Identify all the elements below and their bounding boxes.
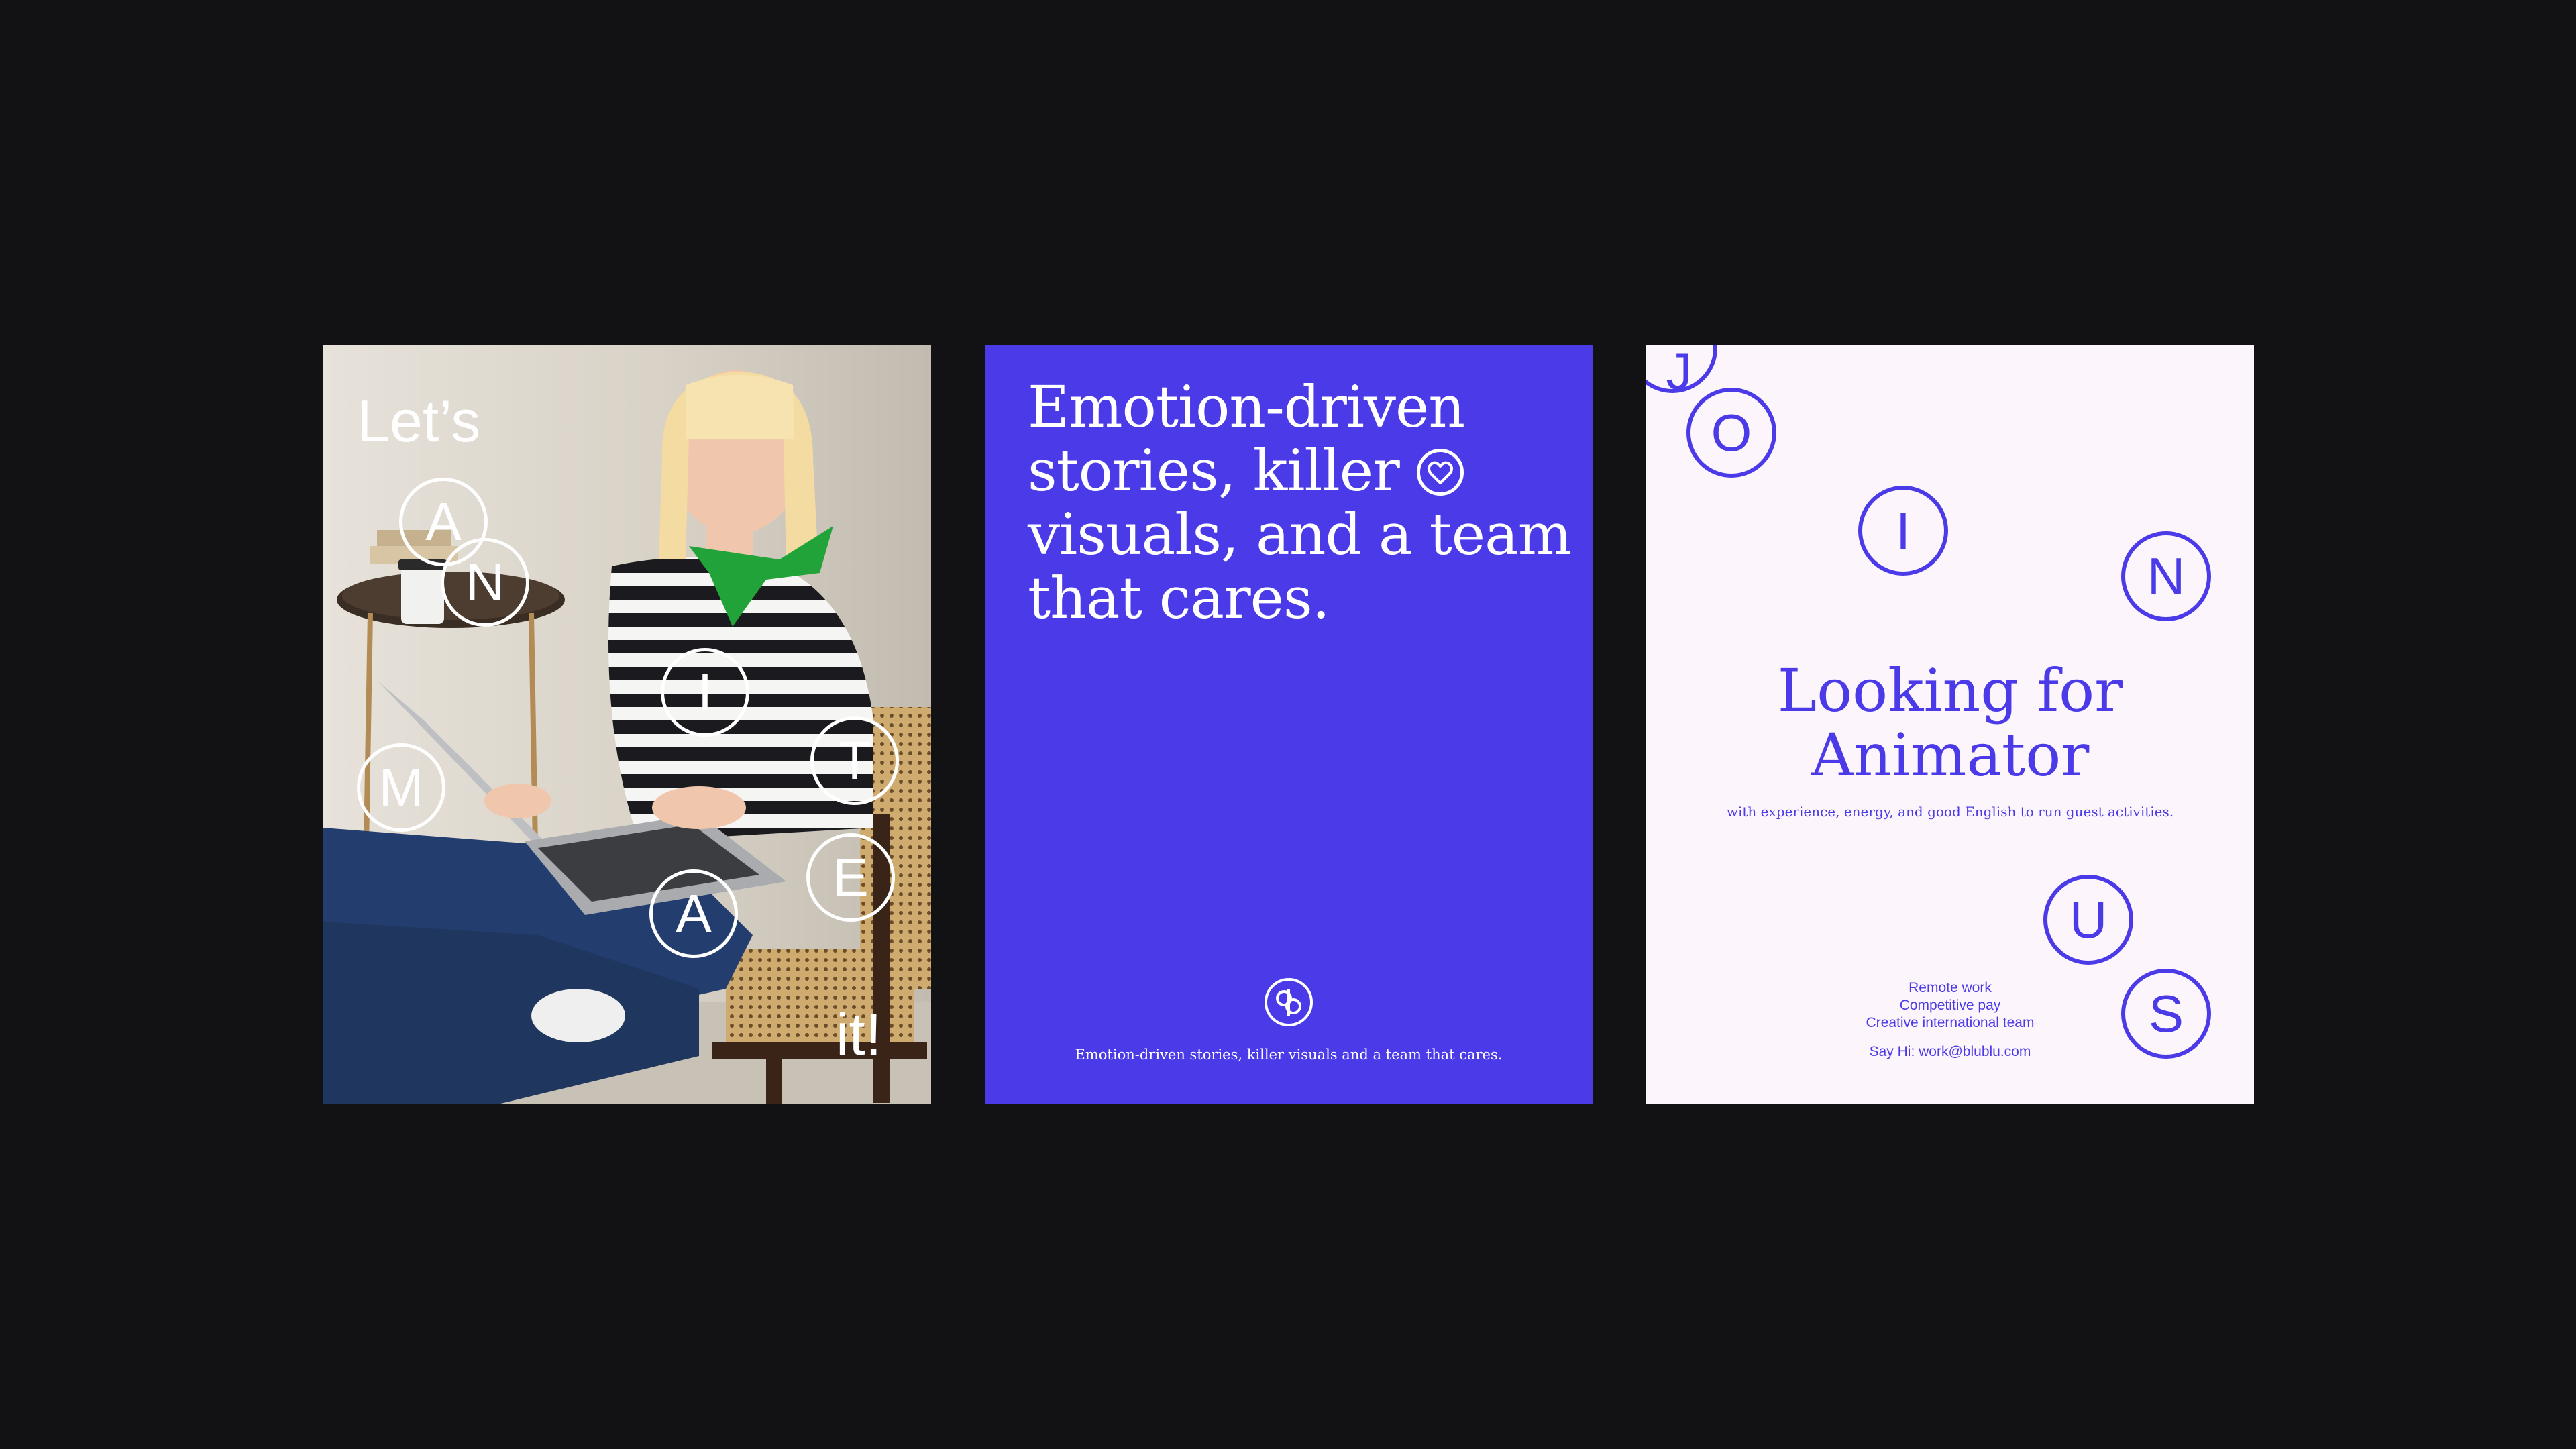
job-perks: Remote work Competitive pay Creative int… (1646, 979, 2254, 1032)
perk-international-team: Creative international team (1866, 1015, 2035, 1030)
blue-headline: Emotion-driven stories, killer visuals, … (1028, 376, 1578, 631)
letter-circle-u: U (2043, 875, 2133, 965)
letter-circle-i: I (661, 648, 749, 737)
poster-card-blue: Emotion-driven stories, killer visuals, … (985, 345, 1593, 1104)
letter-circle-m: M (357, 743, 445, 832)
letter-circle-a2: A (649, 869, 738, 958)
letter-circle-i: I (1858, 486, 1948, 576)
letter-circle-o-visible: O (1686, 388, 1776, 478)
letter-circle-j: J (1646, 345, 1717, 397)
job-title: Looking for Animator (1646, 659, 2254, 788)
brand-logo-icon (1265, 978, 1313, 1026)
heart-icon (1416, 449, 1464, 496)
job-title-line-2: Animator (1811, 720, 2090, 790)
headline-line-2: stories, killer (1028, 438, 1400, 504)
perk-remote-work: Remote work (1909, 980, 1992, 996)
letter-circle-n: N (441, 538, 529, 627)
headline-line-3: visuals, and a team (1028, 502, 1572, 568)
poster-card-photo: Let’s it! A N I M T E A (323, 345, 931, 1104)
job-subtitle: with experience, energy, and good Englis… (1726, 804, 2174, 820)
blue-caption: Emotion-driven stories, killer visuals a… (1075, 1046, 1503, 1063)
headline-line-4: that cares. (1028, 566, 1330, 632)
it-text: it! (836, 1001, 882, 1067)
letter-circle-e: E (806, 833, 895, 922)
letter-circle-n: N (2121, 531, 2211, 621)
headline-line-1: Emotion-driven (1028, 374, 1465, 441)
job-title-line-1: Looking for (1777, 656, 2123, 725)
contact-email: Say Hi: work@blublu.com (1869, 1044, 2031, 1059)
perk-competitive-pay: Competitive pay (1899, 998, 2001, 1013)
letter-circle-t: T (810, 716, 899, 805)
lets-text: Let’s (357, 388, 481, 454)
poster-card-job: J O O I N Looking for Animator with expe… (1646, 345, 2254, 1104)
